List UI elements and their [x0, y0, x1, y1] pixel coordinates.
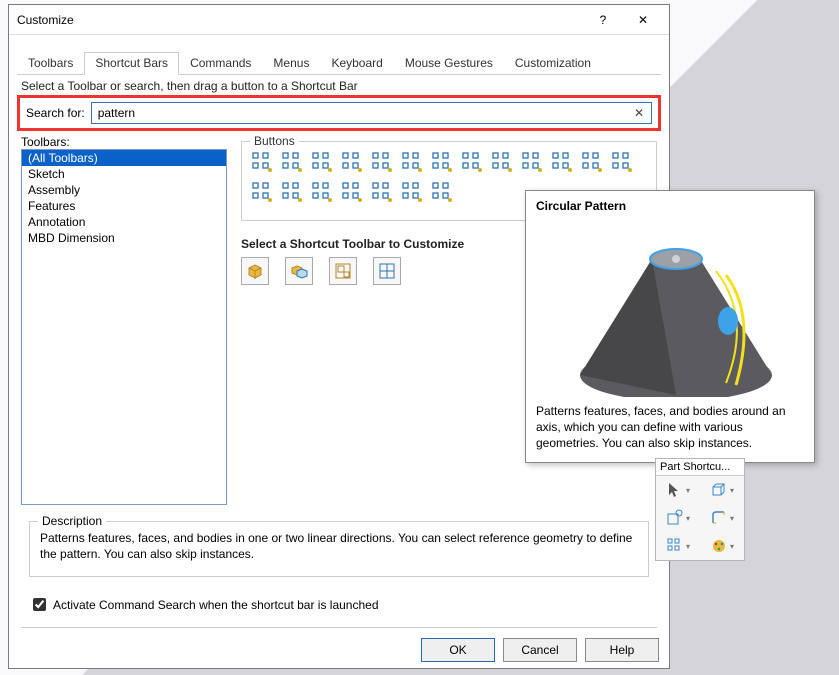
help-button-footer[interactable]: Help [585, 638, 659, 662]
circular-pattern-tooltip: Circular Pattern Patterns features, face… [525, 190, 815, 463]
search-label: Search for: [26, 106, 85, 120]
activate-search-checkbox[interactable] [33, 598, 46, 611]
tooltip-text: Patterns features, faces, and bodies aro… [536, 403, 804, 452]
pattern-command-button[interactable] [580, 150, 604, 174]
pattern-command-button[interactable] [430, 150, 454, 174]
instruction-text: Select a Toolbar or search, then drag a … [21, 79, 657, 93]
close-icon: ✕ [638, 13, 648, 27]
cancel-label: Cancel [521, 643, 558, 657]
clear-search-icon[interactable]: ✕ [631, 106, 647, 120]
tab-strip: ToolbarsShortcut BarsCommandsMenusKeyboa… [17, 51, 661, 75]
boss-extrude-button[interactable]: ▾ [700, 476, 744, 504]
activate-search-label: Activate Command Search when the shortcu… [53, 598, 379, 612]
ok-button[interactable]: OK [421, 638, 495, 662]
list-item[interactable]: Assembly [22, 182, 226, 198]
pattern-command-button[interactable] [340, 150, 364, 174]
pattern-command-button[interactable] [370, 150, 394, 174]
list-item[interactable]: MBD Dimension [22, 230, 226, 246]
description-legend: Description [38, 514, 106, 528]
question-icon: ? [600, 13, 607, 27]
help-button[interactable]: ? [583, 6, 623, 34]
shortcut-sketch-button[interactable] [373, 257, 401, 285]
toolbars-listbox[interactable]: (All Toolbars)SketchAssemblyFeaturesAnno… [21, 149, 227, 505]
tab-menus[interactable]: Menus [262, 52, 320, 75]
search-input[interactable] [96, 105, 631, 121]
description-group: Description Patterns features, faces, an… [29, 521, 649, 577]
pattern-command-button[interactable] [520, 150, 544, 174]
list-item[interactable]: Features [22, 198, 226, 214]
description-text: Patterns features, faces, and bodies in … [40, 530, 638, 562]
pattern-command-button[interactable] [250, 180, 274, 204]
tab-mouse-gestures[interactable]: Mouse Gestures [394, 52, 504, 75]
pattern-command-button[interactable] [310, 150, 334, 174]
pattern-command-button[interactable] [400, 180, 424, 204]
cone-illustration-icon [576, 235, 776, 397]
pattern-command-button[interactable] [490, 150, 514, 174]
pattern-command-button[interactable] [280, 150, 304, 174]
cancel-button[interactable]: Cancel [503, 638, 577, 662]
shortcut-toolbar-title: Part Shortcu... [656, 459, 744, 476]
tab-shortcut-bars[interactable]: Shortcut Bars [84, 52, 179, 75]
search-row-highlight: Search for: ✕ [17, 95, 661, 131]
fillet-button[interactable]: ▾ [700, 504, 744, 532]
toolbars-label: Toolbars: [21, 135, 227, 149]
pattern-button-row-1 [250, 150, 648, 174]
tooltip-preview-image [536, 217, 806, 397]
search-box: ✕ [91, 102, 652, 124]
tab-commands[interactable]: Commands [179, 52, 262, 75]
pattern-command-button[interactable] [370, 180, 394, 204]
buttons-legend: Buttons [250, 134, 299, 148]
activate-search-row: Activate Command Search when the shortcu… [29, 595, 649, 614]
footer-divider [21, 627, 657, 628]
shortcut-assembly-button[interactable] [285, 257, 313, 285]
pattern-command-button[interactable] [340, 180, 364, 204]
pattern-command-button[interactable] [280, 180, 304, 204]
appearance-button[interactable]: ▾ [700, 532, 744, 560]
pattern-command-button[interactable] [430, 180, 454, 204]
dialog-footer: OK Cancel Help [421, 638, 659, 662]
cursor-select-button[interactable]: ▾ [656, 476, 700, 504]
linear-pattern-button[interactable]: ▾ [656, 532, 700, 560]
pattern-command-button[interactable] [460, 150, 484, 174]
help-label: Help [610, 643, 635, 657]
edit-sketch-button[interactable]: ▾ [656, 504, 700, 532]
close-button[interactable]: ✕ [623, 6, 663, 34]
ok-label: OK [449, 643, 466, 657]
pattern-command-button[interactable] [550, 150, 574, 174]
tab-keyboard[interactable]: Keyboard [320, 52, 393, 75]
tooltip-title: Circular Pattern [536, 199, 804, 213]
pattern-command-button[interactable] [610, 150, 634, 174]
pattern-command-button[interactable] [400, 150, 424, 174]
tab-toolbars[interactable]: Toolbars [17, 52, 84, 75]
tab-customization[interactable]: Customization [504, 52, 602, 75]
pattern-command-button[interactable] [310, 180, 334, 204]
titlebar: Customize ? ✕ [9, 5, 669, 35]
part-shortcut-toolbar[interactable]: Part Shortcu... ▾ ▾ ▾ ▾ ▾ ▾ [655, 458, 745, 561]
list-item[interactable]: Sketch [22, 166, 226, 182]
list-item[interactable]: Annotation [22, 214, 226, 230]
pattern-command-button[interactable] [250, 150, 274, 174]
list-item[interactable]: (All Toolbars) [22, 150, 226, 166]
dialog-title: Customize [15, 13, 583, 27]
shortcut-part-button[interactable] [241, 257, 269, 285]
shortcut-drawing-button[interactable] [329, 257, 357, 285]
